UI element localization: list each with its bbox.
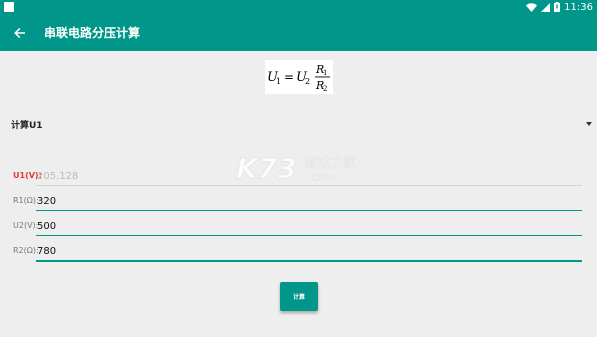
u1-field[interactable] bbox=[36, 165, 582, 185]
page-title: 串联电路分压计算 bbox=[44, 26, 141, 40]
status-bar: 11:36 bbox=[0, 0, 597, 14]
signal-icon bbox=[541, 2, 551, 12]
field-row-u1: U1(V): bbox=[0, 165, 597, 187]
mode-dropdown[interactable]: 计算U1 bbox=[0, 113, 597, 137]
formula-image: U 1 = U 2 R 1 R 2 bbox=[265, 60, 333, 94]
mode-dropdown-value: 计算U1 bbox=[11, 121, 43, 131]
u2-label: U2(V): bbox=[13, 221, 39, 230]
battery-icon bbox=[554, 2, 561, 12]
field-row-r2: R2(Ω): bbox=[0, 240, 597, 262]
u2-underline bbox=[36, 235, 582, 236]
r2-underline bbox=[36, 260, 582, 262]
status-time: 11:36 bbox=[564, 1, 593, 13]
r1-underline bbox=[36, 210, 582, 211]
u1-underline bbox=[36, 185, 582, 186]
arrow-back-icon bbox=[14, 27, 25, 38]
status-icons: 11:36 bbox=[526, 0, 593, 14]
r1-field[interactable] bbox=[36, 190, 582, 210]
calculate-button[interactable]: 计算 bbox=[280, 282, 318, 311]
svg-text:=: = bbox=[284, 70, 294, 84]
r1-label: R1(Ω): bbox=[13, 196, 39, 205]
app-notification-icon bbox=[4, 2, 14, 12]
r2-label: R2(Ω): bbox=[13, 246, 39, 255]
svg-text:2: 2 bbox=[323, 85, 327, 93]
app-bar: 串联电路分压计算 bbox=[0, 14, 597, 51]
r2-field[interactable] bbox=[36, 240, 582, 260]
u2-field[interactable] bbox=[36, 215, 582, 235]
field-row-r1: R1(Ω): bbox=[0, 190, 597, 212]
svg-text:1: 1 bbox=[276, 77, 281, 86]
field-row-u2: U2(V): bbox=[0, 215, 597, 237]
dropdown-arrow-icon bbox=[586, 122, 592, 126]
wifi-icon bbox=[526, 2, 538, 12]
svg-text:1: 1 bbox=[323, 69, 327, 77]
svg-text:2: 2 bbox=[305, 77, 310, 86]
back-button[interactable] bbox=[0, 14, 40, 51]
